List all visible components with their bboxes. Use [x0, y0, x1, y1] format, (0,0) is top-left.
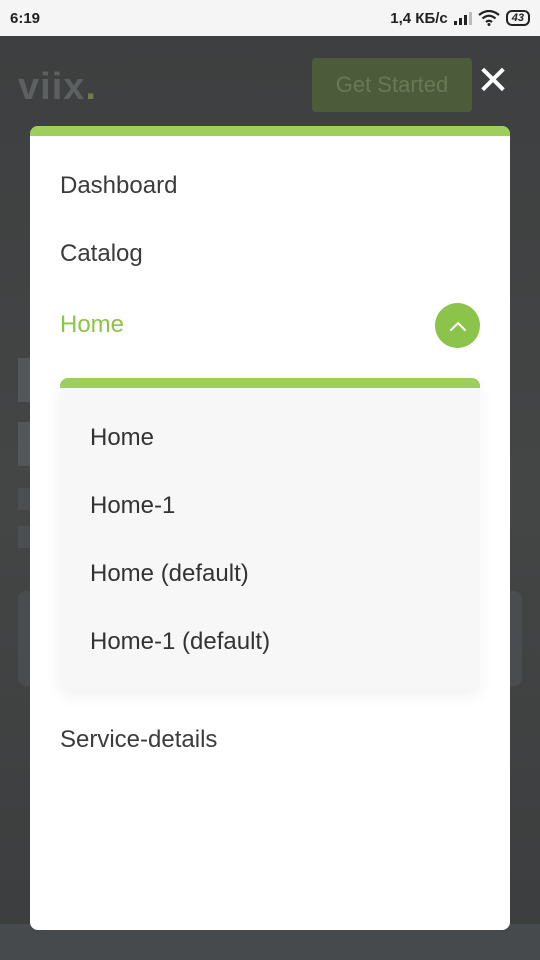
logo: viix.	[18, 66, 97, 108]
submenu-item-home-1-default[interactable]: Home-1 (default)	[90, 628, 270, 656]
menu-item-catalog[interactable]: Catalog	[60, 240, 143, 268]
submenu-item-home[interactable]: Home	[90, 424, 154, 452]
hero-text-fragment	[18, 488, 30, 510]
submenu-accent-bar	[60, 378, 480, 388]
submenu-item-home-default[interactable]: Home (default)	[90, 560, 249, 588]
close-icon[interactable]: ✕	[476, 61, 510, 101]
menu-item-dashboard[interactable]: Dashboard	[60, 172, 177, 200]
status-indicators: 1,4 КБ/с 43	[390, 10, 530, 27]
hero-text-fragment	[18, 526, 30, 548]
get-started-button: Get Started	[312, 58, 472, 112]
panel-accent-bar	[30, 126, 510, 136]
chevron-up-icon	[449, 321, 466, 331]
status-bar: 6:19 1,4 КБ/с 43	[0, 0, 540, 36]
network-speed: 1,4 КБ/с	[390, 9, 448, 27]
signal-icon	[453, 11, 472, 25]
mobile-menu-panel: Dashboard Catalog Home Home Home-1 Home …	[30, 126, 510, 930]
submenu-item-home-1[interactable]: Home-1	[90, 492, 175, 520]
menu-item-service-details[interactable]: Service-details	[60, 726, 217, 754]
wifi-icon	[478, 10, 500, 26]
menu-item-home[interactable]: Home	[60, 311, 124, 339]
home-submenu: Home Home-1 Home (default) Home-1 (defau…	[60, 378, 480, 690]
battery-indicator: 43	[505, 10, 530, 26]
status-time: 6:19	[10, 9, 41, 27]
submenu-toggle-button[interactable]	[435, 303, 480, 348]
